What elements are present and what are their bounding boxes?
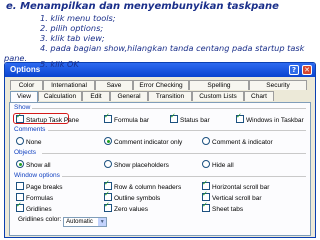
tab-spelling[interactable]: Spelling — [189, 80, 249, 90]
sheet-tabs-checkbox[interactable]: Sheet tabs — [202, 202, 244, 214]
section-show: Show — [14, 104, 31, 111]
status-bar-label: Status bar — [180, 117, 210, 124]
tab-color[interactable]: Color — [10, 80, 43, 90]
checkbox-icon[interactable] — [16, 202, 24, 212]
radio-icon[interactable] — [104, 137, 112, 145]
outline-symbols-label: Outline symbols — [114, 195, 161, 202]
radio-icon[interactable] — [16, 137, 24, 145]
tab-chart[interactable]: Chart — [244, 91, 274, 101]
section-window-options: Window options — [14, 172, 60, 179]
slide-title: e. Menampilkan dan menyembunyikan taskpa… — [6, 1, 279, 12]
step-1: 1. klik menu tools; — [40, 13, 116, 23]
radio-icon[interactable] — [16, 160, 24, 168]
tab-security[interactable]: Security — [249, 80, 307, 90]
objects-hide-all-radio[interactable]: Hide all — [202, 160, 234, 170]
step-4: 4. pada bagian show,hilangkan tanda cent… — [40, 43, 305, 53]
windows-in-taskbar-label: Windows in Taskbar — [246, 117, 304, 124]
step-5: 5. klik OK — [40, 59, 79, 69]
divider — [48, 130, 306, 131]
tab-international[interactable]: International — [43, 80, 95, 90]
chevron-down-icon[interactable]: ▼ — [98, 218, 107, 226]
checkbox-icon[interactable] — [104, 191, 112, 201]
objects-show-placeholders-label: Show placeholders — [114, 162, 169, 169]
checkbox-icon[interactable] — [104, 202, 112, 212]
section-comments: Comments — [14, 126, 46, 133]
checkbox-icon[interactable] — [104, 180, 112, 190]
checkbox-icon[interactable] — [202, 202, 210, 212]
divider — [32, 108, 306, 109]
gridlines-color-row: Gridlines color: Automatic ▼ — [18, 216, 108, 227]
tab-row-bottom: View Calculation Edit General Transition… — [5, 91, 315, 102]
divider — [42, 153, 306, 154]
view-tab-panel: Show Startup Task Pane Formula bar Statu… — [9, 102, 311, 236]
page-breaks-label: Page breaks — [26, 184, 63, 191]
checkbox-icon[interactable] — [170, 113, 178, 123]
row-column-headers-checkbox[interactable]: Row & column headers — [104, 180, 182, 192]
step-3: 3. klik tab view; — [40, 33, 105, 43]
comment-indicator-only-radio[interactable]: Comment indicator only — [104, 137, 182, 147]
tab-row-top: Color International Save Error Checking … — [5, 80, 315, 91]
page-breaks-checkbox[interactable]: Page breaks — [16, 182, 63, 192]
options-dialog: Options ? ✕ Color International Save Err… — [4, 62, 316, 238]
tab-transition[interactable]: Transition — [148, 91, 192, 101]
startup-task-pane-label: Startup Task Pane — [26, 117, 79, 124]
step-2: 2. pilih options; — [40, 23, 104, 33]
tab-custom-lists[interactable]: Custom Lists — [192, 91, 244, 101]
dialog-title: Options — [10, 65, 41, 74]
formula-bar-checkbox[interactable]: Formula bar — [104, 113, 150, 125]
formula-bar-label: Formula bar — [114, 117, 150, 124]
checkbox-icon[interactable] — [236, 113, 244, 123]
comment-and-indicator-radio[interactable]: Comment & indicator — [202, 137, 273, 147]
vertical-scroll-bar-label: Vertical scroll bar — [212, 195, 262, 202]
formulas-label: Formulas — [26, 195, 54, 202]
checkbox-icon[interactable] — [16, 113, 24, 123]
section-objects: Objects — [14, 149, 37, 156]
startup-task-pane-checkbox[interactable]: Startup Task Pane — [16, 113, 79, 125]
tab-edit[interactable]: Edit — [82, 91, 110, 101]
comments-none-label: None — [26, 139, 42, 146]
radio-icon[interactable] — [104, 160, 112, 168]
objects-show-all-radio[interactable]: Show all — [16, 160, 51, 170]
row-column-headers-label: Row & column headers — [114, 184, 182, 191]
gridlines-color-select[interactable]: Automatic ▼ — [63, 217, 108, 227]
checkbox-icon[interactable] — [16, 182, 24, 190]
gridlines-label: Gridlines — [26, 206, 52, 213]
sheet-tabs-label: Sheet tabs — [212, 206, 244, 213]
close-icon[interactable]: ✕ — [302, 65, 312, 75]
zero-values-checkbox[interactable]: Zero values — [104, 202, 148, 214]
windows-in-taskbar-checkbox[interactable]: Windows in Taskbar — [236, 113, 304, 125]
objects-hide-all-label: Hide all — [212, 162, 234, 169]
tab-calculation[interactable]: Calculation — [38, 91, 82, 101]
objects-show-placeholders-radio[interactable]: Show placeholders — [104, 160, 169, 170]
tab-save[interactable]: Save — [95, 80, 133, 90]
zero-values-label: Zero values — [114, 206, 148, 213]
help-icon[interactable]: ? — [289, 65, 299, 75]
checkbox-icon[interactable] — [202, 191, 210, 201]
tab-view[interactable]: View — [10, 91, 38, 102]
radio-icon[interactable] — [202, 160, 210, 168]
status-bar-checkbox[interactable]: Status bar — [170, 113, 210, 125]
checkbox-icon[interactable] — [16, 193, 24, 201]
objects-show-all-label: Show all — [26, 162, 51, 169]
comment-and-indicator-label: Comment & indicator — [212, 139, 273, 146]
gridlines-checkbox[interactable]: Gridlines — [16, 202, 52, 214]
comment-indicator-only-label: Comment indicator only — [114, 139, 183, 146]
divider — [62, 176, 306, 177]
gridlines-color-value: Automatic — [66, 219, 93, 225]
tab-general[interactable]: General — [110, 91, 148, 101]
gridlines-color-label: Gridlines color: — [18, 216, 62, 223]
radio-icon[interactable] — [202, 137, 210, 145]
comments-none-radio[interactable]: None — [16, 137, 42, 147]
checkbox-icon[interactable] — [202, 180, 210, 190]
outline-symbols-checkbox[interactable]: Outline symbols — [104, 191, 161, 203]
horizontal-scroll-bar-label: Horizontal scroll bar — [212, 184, 270, 191]
tab-error-checking[interactable]: Error Checking — [133, 80, 189, 90]
vertical-scroll-bar-checkbox[interactable]: Vertical scroll bar — [202, 191, 262, 203]
checkbox-icon[interactable] — [104, 113, 112, 123]
horizontal-scroll-bar-checkbox[interactable]: Horizontal scroll bar — [202, 180, 270, 192]
